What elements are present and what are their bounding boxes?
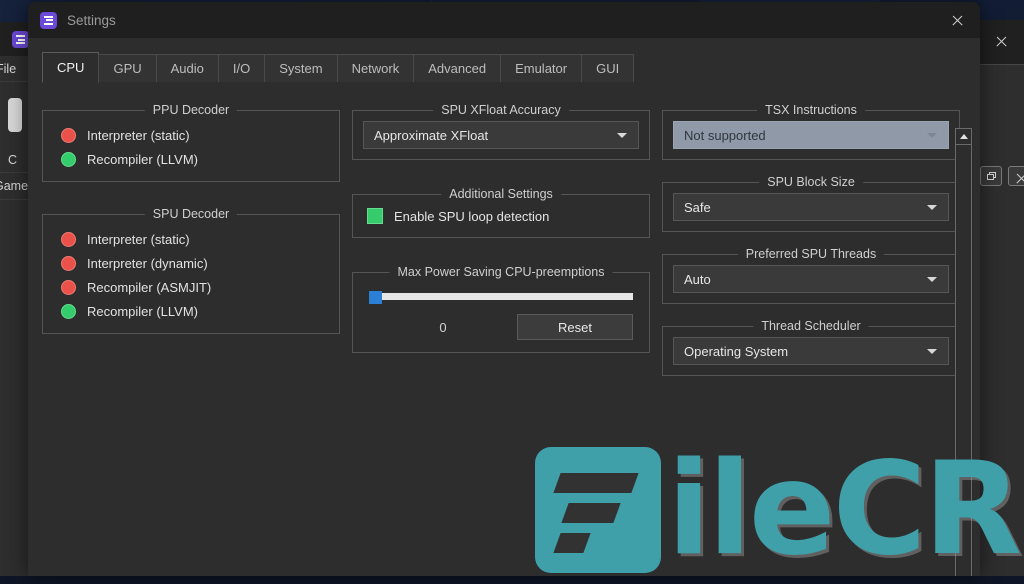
chevron-down-icon <box>617 133 627 138</box>
spu-xfloat-group: SPU XFloat Accuracy Approximate XFloat <box>352 110 650 160</box>
bg-menu-c[interactable]: C <box>8 153 17 167</box>
additional-settings-title: Additional Settings <box>441 187 561 201</box>
tab-gpu[interactable]: GPU <box>98 54 156 82</box>
spu-option-label: Interpreter (dynamic) <box>87 256 208 271</box>
column-decoders: PPU Decoder Interpreter (static) Recompi… <box>42 92 340 376</box>
slider-handle[interactable] <box>369 291 382 304</box>
radio-indicator-icon <box>61 128 76 143</box>
spu-block-size-group: SPU Block Size Safe <box>662 182 960 232</box>
chevron-down-icon <box>927 349 937 354</box>
tab-audio[interactable]: Audio <box>156 54 219 82</box>
thread-scheduler-value: Operating System <box>684 344 788 359</box>
spu-radio-recompiler-asmjit[interactable]: Recompiler (ASMJIT) <box>53 275 329 299</box>
chevron-down-icon <box>927 133 937 138</box>
tab-network[interactable]: Network <box>337 54 415 82</box>
radio-indicator-icon <box>61 256 76 271</box>
tab-system[interactable]: System <box>264 54 337 82</box>
preferred-spu-threads-group: Preferred SPU Threads Auto <box>662 254 960 304</box>
column-threading: TSX Instructions Not supported SPU Block… <box>662 92 960 376</box>
window-title: Settings <box>67 13 116 28</box>
ppu-option-label: Interpreter (static) <box>87 128 190 143</box>
background-close-icon[interactable] <box>995 35 1008 48</box>
settings-titlebar[interactable]: Settings <box>28 2 980 38</box>
thread-scheduler-select[interactable]: Operating System <box>673 337 949 365</box>
tab-emulator[interactable]: Emulator <box>500 54 582 82</box>
spu-decoder-title: SPU Decoder <box>145 207 237 221</box>
column-accuracy: SPU XFloat Accuracy Approximate XFloat A… <box>352 92 650 376</box>
spu-radio-interpreter-dynamic[interactable]: Interpreter (dynamic) <box>53 251 329 275</box>
max-power-saving-value: 0 <box>369 320 517 335</box>
thread-scheduler-title: Thread Scheduler <box>753 319 868 333</box>
additional-settings-group: Additional Settings Enable SPU loop dete… <box>352 194 650 238</box>
tab-cpu[interactable]: CPU <box>42 52 99 83</box>
restore-icon[interactable] <box>980 166 1002 186</box>
rpcs3-logo-icon <box>12 31 29 48</box>
tab-gui[interactable]: GUI <box>581 54 634 82</box>
bg-menu-file[interactable]: File <box>0 62 16 76</box>
max-power-saving-slider[interactable] <box>369 293 633 300</box>
spu-xfloat-value: Approximate XFloat <box>374 128 488 143</box>
bg-menu-game[interactable]: Game <box>0 179 28 193</box>
radio-indicator-icon <box>61 152 76 167</box>
checkbox-indicator-icon <box>367 208 383 224</box>
scroll-up-button[interactable] <box>956 129 971 145</box>
reset-button[interactable]: Reset <box>517 314 633 340</box>
spu-block-size-title: SPU Block Size <box>759 175 863 189</box>
enable-spu-loop-detection-checkbox[interactable]: Enable SPU loop detection <box>361 203 641 229</box>
chevron-down-icon <box>927 277 937 282</box>
tsx-instructions-select: Not supported <box>673 121 949 149</box>
ppu-option-label: Recompiler (LLVM) <box>87 152 198 167</box>
close-button[interactable] <box>934 2 980 38</box>
tab-bar: CPU GPU Audio I/O System Network Advance… <box>42 52 980 82</box>
spu-xfloat-title: SPU XFloat Accuracy <box>433 103 569 117</box>
checkbox-label: Enable SPU loop detection <box>394 209 549 224</box>
tab-io[interactable]: I/O <box>218 54 265 82</box>
radio-indicator-icon <box>61 304 76 319</box>
slider-controls: 0 Reset <box>369 314 633 340</box>
ppu-radio-interpreter-static[interactable]: Interpreter (static) <box>53 123 329 147</box>
radio-indicator-icon <box>61 280 76 295</box>
spu-block-size-value: Safe <box>684 200 711 215</box>
ppu-decoder-title: PPU Decoder <box>145 103 237 117</box>
tsx-instructions-value: Not supported <box>684 128 766 143</box>
tsx-instructions-title: TSX Instructions <box>757 103 865 117</box>
preferred-spu-threads-select[interactable]: Auto <box>673 265 949 293</box>
scrollbar-thumb[interactable] <box>956 145 971 576</box>
bg-list-placeholder <box>8 98 22 132</box>
preferred-spu-threads-value: Auto <box>684 272 711 287</box>
settings-window: Settings CPU GPU Audio I/O System Networ… <box>28 2 980 576</box>
spu-radio-recompiler-llvm[interactable]: Recompiler (LLVM) <box>53 299 329 323</box>
arrow-up-icon <box>960 134 968 139</box>
ppu-radio-recompiler-llvm[interactable]: Recompiler (LLVM) <box>53 147 329 171</box>
cpu-tab-panel: PPU Decoder Interpreter (static) Recompi… <box>28 82 980 576</box>
tsx-instructions-group: TSX Instructions Not supported <box>662 110 960 160</box>
rpcs3-logo-icon <box>40 12 57 29</box>
max-power-saving-group: Max Power Saving CPU-preemptions 0 Reset <box>352 272 650 353</box>
spu-option-label: Recompiler (LLVM) <box>87 304 198 319</box>
ppu-decoder-group: PPU Decoder Interpreter (static) Recompi… <box>42 110 340 182</box>
radio-indicator-icon <box>61 232 76 247</box>
thread-scheduler-group: Thread Scheduler Operating System <box>662 326 960 376</box>
spu-decoder-group: SPU Decoder Interpreter (static) Interpr… <box>42 214 340 334</box>
tab-advanced[interactable]: Advanced <box>413 54 501 82</box>
spu-block-size-select[interactable]: Safe <box>673 193 949 221</box>
max-power-saving-slider-wrap: 0 Reset <box>363 283 639 340</box>
spu-xfloat-accuracy-select[interactable]: Approximate XFloat <box>363 121 639 149</box>
preferred-spu-threads-title: Preferred SPU Threads <box>738 247 884 261</box>
chevron-down-icon <box>927 205 937 210</box>
vertical-scrollbar[interactable] <box>955 128 972 576</box>
spu-option-label: Recompiler (ASMJIT) <box>87 280 211 295</box>
spu-radio-interpreter-static[interactable]: Interpreter (static) <box>53 227 329 251</box>
spu-option-label: Interpreter (static) <box>87 232 190 247</box>
close-icon[interactable] <box>1008 166 1024 186</box>
max-power-saving-title: Max Power Saving CPU-preemptions <box>389 265 612 279</box>
